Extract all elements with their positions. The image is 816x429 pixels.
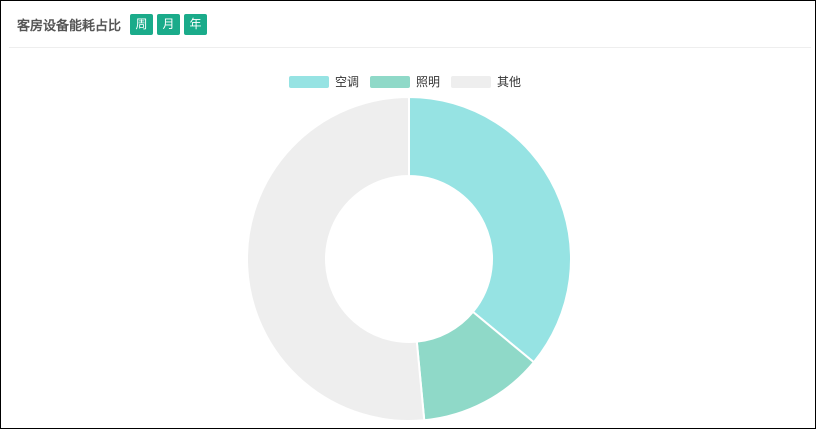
chart-panel: 客房设备能耗占比 周 月 年 空调 照明 其他 <box>0 0 816 429</box>
donut-chart <box>246 95 572 422</box>
slice-other[interactable] <box>246 95 426 422</box>
slice-ac[interactable] <box>408 95 572 364</box>
